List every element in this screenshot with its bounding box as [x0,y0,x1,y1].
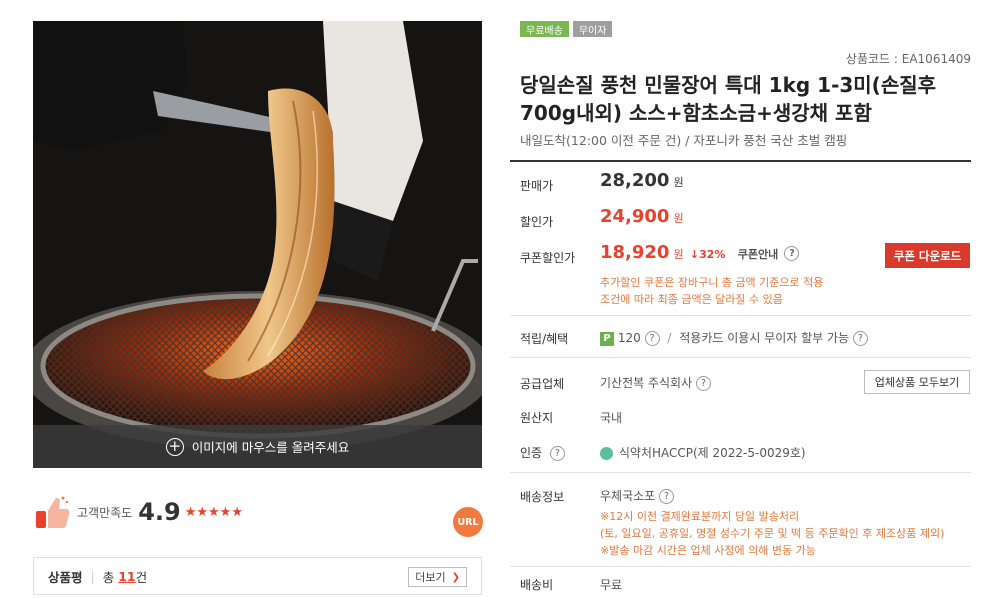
review-count-prefix: 총 [102,569,115,585]
sale-price: 28,200 원 [600,170,684,191]
shipping-note-line-3: ※발송 마감 시간은 업체 사정에 의해 변동 가능 [600,544,816,557]
coupon-price-currency: 원 [673,248,684,261]
review-divider: | [90,568,95,584]
discount-price: 24,900 원 [600,206,684,227]
certification-label: 인증 [520,446,543,460]
shipping-label: 배송정보 [520,490,565,504]
image-hover-hint-text: 이미지에 마우스를 올려주세요 [191,440,350,455]
points-help-icon[interactable]: ? [644,331,660,346]
product-badges: 무료배송 무이자 [520,21,613,37]
review-title: 상품평 [48,569,83,585]
review-count: 11 [118,568,136,584]
review-more-label: 더보기 [415,571,446,584]
supplier-help-icon[interactable]: ? [695,376,711,391]
shipping-fee-label: 배송비 [520,578,554,592]
divider [510,566,971,567]
coupon-price-label: 쿠폰할인가 [520,251,576,265]
certification-label-row: 인증 ? [520,444,565,461]
certification-value-row: 식약처HACCP(제 2022-5-0029호) [600,444,806,461]
down-arrow-icon: ↓ [689,248,700,261]
rating-score: 4.9 [138,498,181,526]
shipping-carrier: 우체국소포 [600,489,656,503]
grilled-eel-photo [33,21,482,468]
free-shipping-badge: 무료배송 [520,21,569,37]
rating-stars: ★★★★★ [184,504,243,520]
shipping-note-line-2: (토, 일요일, 공휴일, 명절 성수기 주문 및 떡 등 주문확인 후 제조상… [600,527,945,540]
rating-label: 고객만족도 [77,505,133,520]
url-copy-button[interactable]: URL [453,507,483,537]
sale-price-label: 판매가 [520,179,554,193]
coupon-download-button[interactable]: 쿠폰 다운로드 [885,243,970,268]
coupon-note-line-1: 추가할인 쿠폰은 장바구니 총 금액 기준으로 적용 [600,276,824,289]
supplier-value: 기산전복 주식회사 ? [600,374,711,391]
haccp-icon [600,447,613,460]
review-summary: 상품평 | 총 11 건 더보기 ❯ [33,557,482,595]
title-divider [510,160,971,162]
coupon-price: 18,920 원 ↓32% 쿠폰안내 ? [600,242,800,263]
image-hover-hint: + 이미지에 마우스를 올려주세요 [33,425,482,468]
shipping-help-icon[interactable]: ? [659,489,675,504]
benefits-label: 적립/혜택 [520,332,569,346]
certification-help-icon[interactable]: ? [549,446,565,461]
product-title: 당일손질 풍천 민물장어 특대 1kg 1-3미(손질후 700g내외) 소스+… [520,73,937,125]
coupon-discount-rate: 32% [699,248,726,261]
shipping-fee-value: 무료 [600,578,623,592]
customer-satisfaction: 고객만족도 4.9 ★★★★★ [33,492,243,532]
supplier-name: 기산전복 주식회사 [600,376,693,390]
delivery-subtitle: 내일도착(12:00 이전 주문 건) / 자포니카 풍천 국산 초벌 캠핑 [520,133,848,148]
certification-value: 식약처HACCP(제 2022-5-0029호) [618,446,806,460]
discount-price-value: 24,900 [600,206,670,227]
review-more-button[interactable]: 더보기 ❯ [408,567,467,587]
product-code: 상품코드 : EA1061409 [845,52,971,66]
benefits-card-text: 적용카드 이용시 무이자 할부 가능 [679,331,850,345]
benefits-points: 120 [617,331,641,345]
discount-price-label: 할인가 [520,215,554,229]
review-count-suffix: 건 [135,569,148,585]
coupon-help-icon[interactable]: ? [784,245,800,261]
benefits-value: P 120 ? / 적용카드 이용시 무이자 할부 가능 ? [600,329,868,346]
coupon-note-line-2: 조건에 따라 최종 금액은 달라질 수 있음 [600,293,783,306]
thumbs-up-icon [36,496,70,528]
origin-value: 국내 [600,411,623,425]
shipping-carrier-row: 우체국소포 ? [600,487,675,504]
supplier-label: 공급업체 [520,377,565,391]
zoom-plus-icon: + [165,437,184,456]
shipping-notes: ※12시 이전 결제완료분까지 당일 발송처리 (토, 일요일, 공휴일, 명절… [600,508,944,559]
benefits-separator: / [667,331,672,345]
card-help-icon[interactable]: ? [852,331,868,346]
coupon-note: 추가할인 쿠폰은 장바구니 총 금액 기준으로 적용 조건에 따라 최종 금액은… [600,274,823,308]
divider [510,315,971,316]
divider [510,472,971,473]
chevron-right-icon: ❯ [451,571,460,583]
point-icon: P [600,331,614,346]
interest-free-badge: 무이자 [572,21,613,37]
shipping-note-line-1: ※12시 이전 결제완료분까지 당일 발송처리 [600,510,800,523]
divider [510,357,971,358]
sale-price-value: 28,200 [600,170,670,191]
sale-price-currency: 원 [673,176,684,189]
product-image[interactable]: + 이미지에 마우스를 올려주세요 [33,21,482,468]
seller-products-button[interactable]: 업체상품 모두보기 [864,370,970,394]
coupon-price-value: 18,920 [600,242,670,263]
origin-label: 원산지 [520,411,554,425]
coupon-guide-label: 쿠폰안내 [737,248,779,261]
discount-price-currency: 원 [673,212,684,225]
